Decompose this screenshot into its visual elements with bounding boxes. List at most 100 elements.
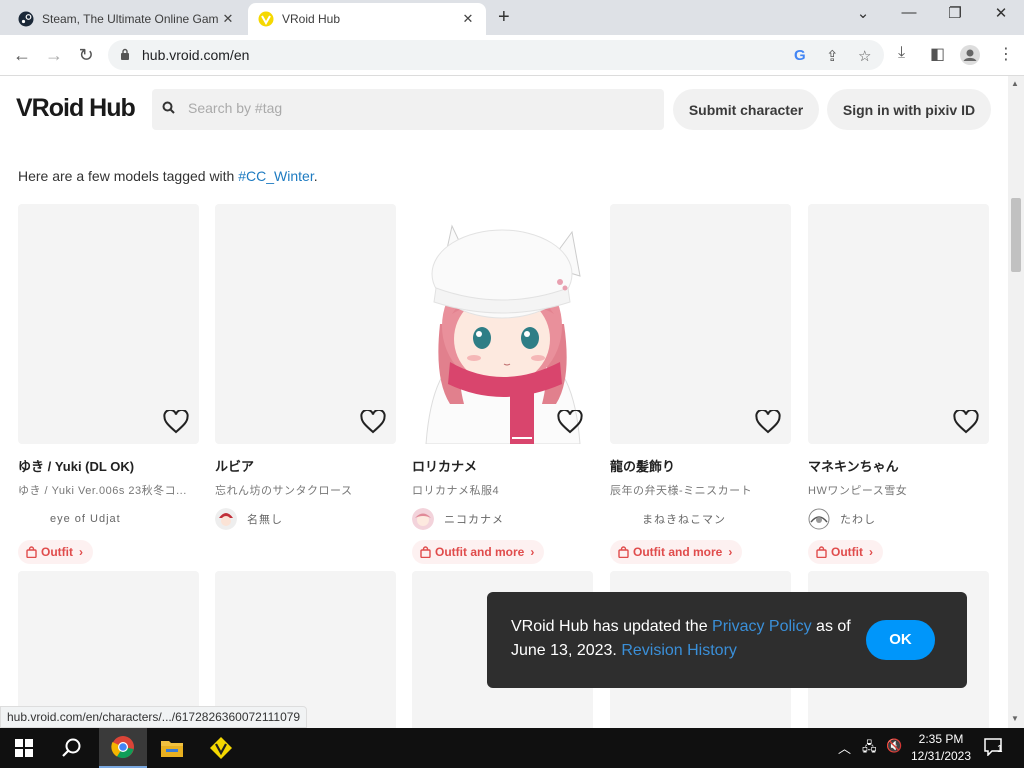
author-row[interactable]: たわし	[808, 508, 989, 530]
google-lens-icon[interactable]: G	[794, 47, 806, 64]
model-subtitle: HWワンピース雪女	[808, 485, 908, 497]
author-row[interactable]: まねきねこマン	[610, 508, 791, 530]
search-icon	[162, 101, 175, 114]
minimize-icon[interactable]: —	[886, 4, 932, 21]
tab-close-icon[interactable]: ✕	[220, 11, 236, 27]
windows-logo-icon	[15, 739, 33, 757]
author-name: たわし	[840, 514, 876, 526]
avatar	[412, 508, 434, 530]
submit-character-button[interactable]: Submit character	[673, 89, 819, 130]
shopping-bag-icon	[420, 546, 431, 558]
taskbar-vroid[interactable]	[197, 728, 245, 768]
model-name[interactable]: ルビア	[215, 456, 396, 475]
show-hidden-icons-chevron-icon[interactable]: ︿	[838, 738, 851, 757]
reload-icon[interactable]: ↻	[74, 43, 98, 67]
system-clock[interactable]: 2:35 PM 12/31/2023	[906, 731, 976, 765]
download-icon[interactable]: ⤓	[898, 44, 905, 62]
scroll-up-icon[interactable]: ▲	[1011, 79, 1019, 88]
model-card[interactable]: ロリカナメ ロリカナメ私服4 ニコカナメ Outfit and more ›	[412, 204, 593, 564]
heart-icon[interactable]	[557, 410, 583, 434]
author-row[interactable]: 名無し	[215, 508, 396, 530]
scrollbar-thumb[interactable]	[1011, 198, 1021, 272]
tab-steam[interactable]: Steam, The Ultimate Online Gam ✕	[8, 3, 246, 35]
notification-count: 1	[997, 744, 1003, 755]
side-panel-icon[interactable]: ◧	[930, 44, 945, 64]
character-render-image	[425, 224, 581, 444]
model-subtitle: ゆき / Yuki Ver.006s 23秋冬コ...	[18, 485, 187, 497]
page-scrollbar[interactable]: ▲ ▼	[1008, 76, 1024, 728]
model-card[interactable]: ゆき / Yuki (DL OK) ゆき / Yuki Ver.006s 23秋…	[18, 204, 199, 564]
outfit-badge[interactable]: Outfit and more ›	[412, 540, 545, 564]
model-thumbnail[interactable]	[610, 204, 791, 444]
model-thumbnail[interactable]	[412, 204, 593, 444]
taskbar-file-explorer[interactable]	[148, 728, 196, 768]
model-name[interactable]: ロリカナメ	[412, 456, 593, 475]
clock-date: 12/31/2023	[910, 749, 972, 763]
back-icon[interactable]: ←	[10, 43, 34, 67]
author-row[interactable]: eye of Udjat	[18, 508, 199, 530]
heart-icon[interactable]	[953, 410, 979, 434]
chevron-right-icon: ›	[728, 545, 733, 559]
menu-kebab-icon[interactable]: ⋮	[998, 44, 1014, 64]
model-subtitle: ロリカナメ私服4	[412, 485, 500, 497]
model-name[interactable]: マネキンちゃん	[808, 456, 989, 475]
search-input[interactable]	[188, 100, 648, 116]
model-card-placeholder[interactable]	[18, 571, 199, 728]
avatar	[610, 508, 632, 530]
heart-icon[interactable]	[163, 410, 189, 434]
model-card-placeholder[interactable]	[215, 571, 396, 728]
tag-search-box[interactable]	[152, 89, 664, 130]
address-bar[interactable]: hub.vroid.com/en G ⇪ ☆	[108, 40, 884, 70]
taskbar-search-button[interactable]	[48, 728, 96, 768]
sign-in-pixiv-button[interactable]: Sign in with pixiv ID	[827, 89, 991, 130]
outfit-badge[interactable]: Outfit ›	[808, 540, 883, 564]
model-card[interactable]: 龍の髪飾り 辰年の弁天様-ミニスカート まねきねこマン Outfit and m…	[610, 204, 791, 564]
steam-favicon-icon	[18, 11, 34, 27]
model-thumbnail[interactable]	[215, 204, 396, 444]
share-icon[interactable]: ⇪	[826, 47, 839, 65]
start-button[interactable]	[0, 728, 48, 768]
vroid-app-icon	[210, 737, 232, 759]
heart-icon[interactable]	[360, 410, 386, 434]
model-thumbnail[interactable]	[808, 204, 989, 444]
forward-icon[interactable]: →	[42, 43, 66, 67]
notification-center-icon[interactable]: 1	[984, 738, 1004, 761]
profile-avatar-icon[interactable]	[960, 45, 980, 65]
author-name: ニコカナメ	[444, 514, 504, 526]
model-subtitle: 辰年の弁天様-ミニスカート	[610, 485, 753, 497]
author-row[interactable]: ニコカナメ	[412, 508, 593, 530]
vroid-favicon-icon	[258, 11, 274, 27]
outfit-label: Outfit and more	[435, 545, 525, 559]
taskbar-chrome[interactable]	[99, 728, 147, 768]
vroid-hub-logo[interactable]: VRoid Hub	[16, 94, 136, 123]
tab-search-chevron-icon[interactable]: ⌄	[840, 4, 886, 22]
revision-history-link[interactable]: Revision History	[621, 642, 737, 659]
new-tab-icon[interactable]: +	[498, 6, 510, 29]
notice-message: VRoid Hub has updated the Privacy Policy…	[511, 615, 851, 663]
cc-winter-tag-link[interactable]: #CC_Winter	[238, 168, 313, 184]
privacy-policy-link[interactable]: Privacy Policy	[712, 618, 812, 635]
volume-muted-icon[interactable]: 🔇	[886, 738, 902, 754]
tab-close-icon[interactable]: ✕	[460, 11, 476, 27]
model-subtitle: 忘れん坊のサンタクロース	[215, 485, 353, 497]
model-card[interactable]: マネキンちゃん HWワンピース雪女 たわし Outfit ›	[808, 204, 989, 564]
restore-icon[interactable]: ❐	[932, 4, 978, 22]
author-name: まねきねこマン	[642, 514, 726, 526]
heart-icon[interactable]	[755, 410, 781, 434]
tab-vroid-hub[interactable]: VRoid Hub ✕	[248, 3, 486, 35]
outfit-badge[interactable]: Outfit ›	[18, 540, 93, 564]
model-thumbnail[interactable]	[18, 204, 199, 444]
intro-text: Here are a few models tagged with #CC_Wi…	[18, 168, 318, 184]
chevron-right-icon: ›	[79, 545, 83, 559]
tab-title: VRoid Hub	[282, 12, 341, 26]
network-icon[interactable]: 🖧	[862, 738, 877, 760]
model-name[interactable]: ゆき / Yuki (DL OK)	[18, 456, 199, 475]
model-name[interactable]: 龍の髪飾り	[610, 456, 791, 475]
outfit-badge[interactable]: Outfit and more ›	[610, 540, 743, 564]
window-close-icon[interactable]: ✕	[978, 4, 1024, 22]
intro-label: Here are a few models tagged with	[18, 168, 239, 184]
scroll-down-icon[interactable]: ▼	[1011, 714, 1019, 723]
bookmark-star-icon[interactable]: ☆	[858, 47, 871, 65]
ok-button[interactable]: OK	[866, 620, 935, 660]
model-card[interactable]: ルビア 忘れん坊のサンタクロース 名無し	[215, 204, 396, 530]
